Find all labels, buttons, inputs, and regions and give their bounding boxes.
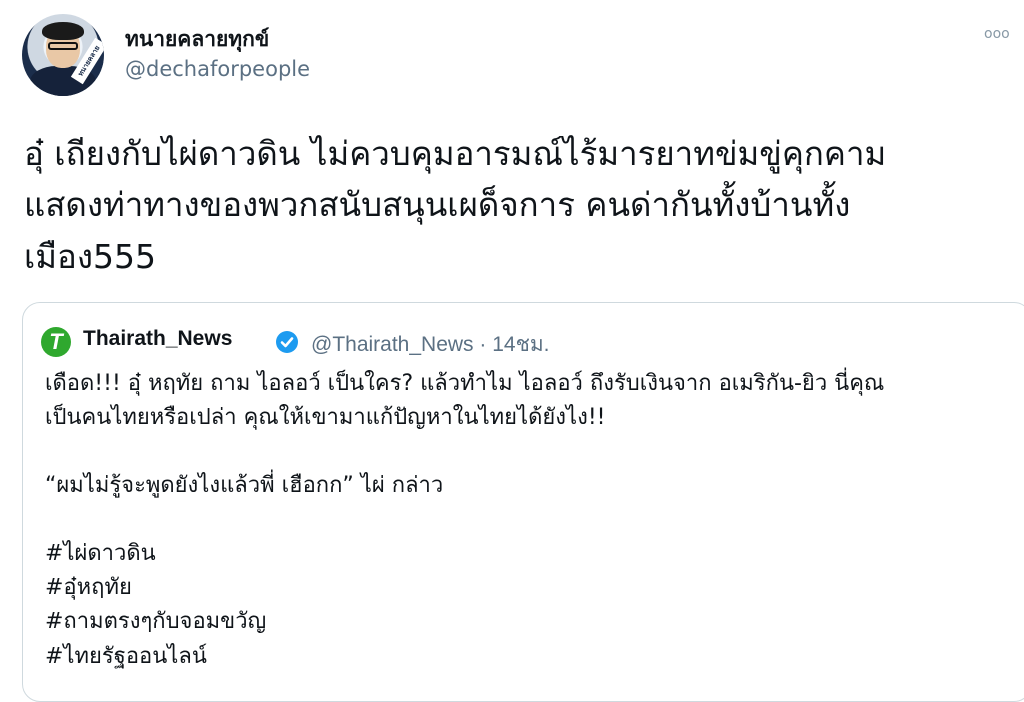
quoted-quote-line: “ผมไม่รู้จะพูดยังไงแล้วพี่ เฮือกก” ไผ่ ก…	[45, 473, 444, 499]
quoted-handle-time[interactable]: @Thairath_News · 14ชม.	[311, 328, 550, 361]
tweet-text-line: แสดงท่าทางของพวกสนับสนุนเผด็จการ คนด่ากั…	[24, 185, 851, 225]
quoted-body-line: เดือด!!! อุ๋ หฤทัย ถาม ไอลอว์ เป็นใคร? แ…	[45, 371, 885, 396]
tweet-text-line: เมือง555	[24, 236, 156, 276]
more-options-icon[interactable]: ooo	[984, 26, 1010, 42]
quoted-body: เดือด!!! อุ๋ หฤทัย ถาม ไอลอว์ เป็นใคร? แ…	[45, 367, 1024, 674]
verified-badge-icon	[276, 331, 298, 353]
quoted-author-name[interactable]: Thairath_News	[83, 327, 232, 351]
hashtag-link[interactable]: #ไผ่ดาวดิน	[45, 537, 1024, 571]
author-handle[interactable]: @dechaforpeople	[125, 57, 310, 81]
quoted-body-line: เป็นคนไทยหรือเปล่า คุณให้เขามาแก้ปัญหาใน…	[45, 405, 606, 431]
quoted-tweet[interactable]: T Thairath_News @Thairath_News · 14ชม. เ…	[22, 302, 1024, 702]
avatar-glasses	[48, 42, 78, 50]
avatar-hair	[42, 22, 84, 40]
author-avatar[interactable]: ทนายคลายทุกข์	[22, 14, 104, 96]
hashtag-link[interactable]: #ถามตรงๆกับจอมขวัญ	[45, 605, 1024, 639]
tweet-card: ทนายคลายทุกข์ ทนายคลายทุกข์ @dechaforpeo…	[0, 0, 1024, 702]
hashtag-link[interactable]: #ไทยรัฐออนไลน์	[45, 640, 1024, 674]
hashtag-link[interactable]: #อุ๋หฤทัย	[45, 571, 1024, 605]
tweet-text: อุ๋ เถียงกับไผ่ดาวดิน ไม่ควบคุมอารมณ์ไร้…	[24, 128, 1014, 282]
tweet-text-line: อุ๋ เถียงกับไผ่ดาวดิน ไม่ควบคุมอารมณ์ไร้…	[24, 134, 887, 173]
thairath-logo-icon[interactable]: T	[41, 327, 71, 357]
author-display-name[interactable]: ทนายคลายทุกข์	[125, 23, 269, 56]
